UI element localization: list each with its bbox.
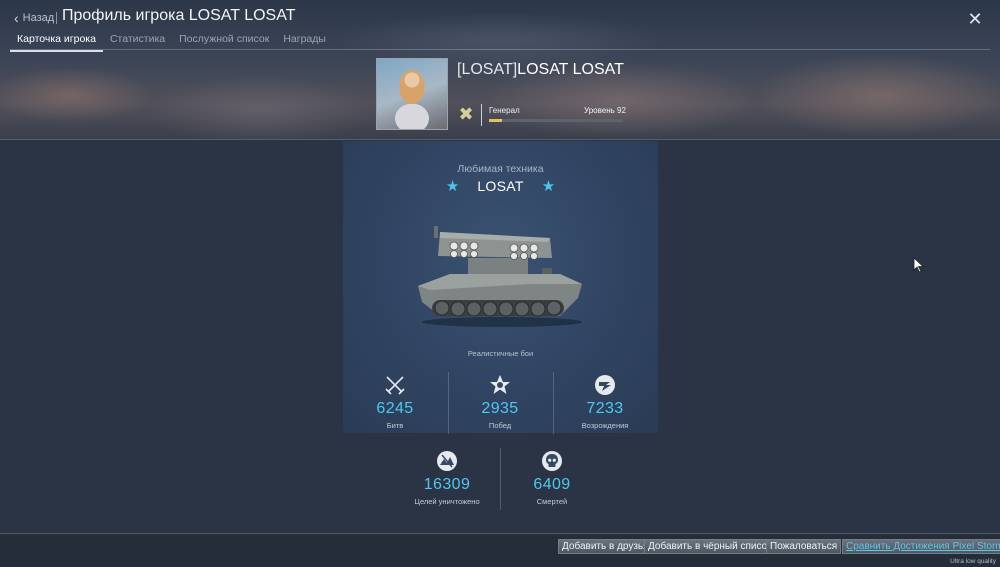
stat-label: Целей уничтожено xyxy=(414,497,480,506)
tab-divider xyxy=(10,49,990,50)
stat-value: 2935 xyxy=(481,400,519,417)
back-button[interactable]: ‹ Назад xyxy=(14,10,54,26)
close-icon[interactable]: ✕ xyxy=(966,10,984,28)
level-label: Уровень 92 xyxy=(584,106,626,115)
rank-icon: ✖ xyxy=(458,104,474,124)
skull-icon xyxy=(542,451,562,471)
stat-victories: 2935 Побед xyxy=(448,374,552,430)
stat-targets-destroyed: 16309 Целей уничтожено xyxy=(395,450,499,506)
clan-tag: [LOSAT] xyxy=(457,61,518,78)
game-mode-label: Реалистичные бои xyxy=(467,349,534,358)
add-friend-button[interactable]: Добавить в друзья xyxy=(558,539,653,554)
page-title: Профиль игрока LOSAT LOSAT xyxy=(62,7,296,24)
rank-divider xyxy=(481,104,482,126)
stat-value: 7233 xyxy=(586,400,624,417)
level-progress-bar xyxy=(489,119,623,122)
victory-star-icon xyxy=(490,375,510,394)
vehicle-name: LOSAT xyxy=(477,178,524,194)
star-icon: ★ xyxy=(445,178,460,195)
add-blacklist-button[interactable]: Добавить в чёрный список xyxy=(644,539,776,554)
stat-label: Смертей xyxy=(536,497,568,506)
stat-value: 6245 xyxy=(376,400,414,417)
player-name: [LOSAT]LOSAT LOSAT xyxy=(457,61,624,79)
respawn-icon xyxy=(595,375,615,395)
vehicle-image xyxy=(418,226,582,327)
quality-label: Ultra low quality xyxy=(950,558,996,565)
crossed-swords-icon xyxy=(385,376,405,395)
rank-name: Генерал xyxy=(489,106,520,115)
stat-label: Побед xyxy=(488,421,512,430)
player-nickname: LOSAT LOSAT xyxy=(517,61,624,78)
stat-label: Возрождения xyxy=(581,421,629,430)
report-button[interactable]: Пожаловаться xyxy=(766,539,842,554)
compare-achievements-button[interactable]: Сравнить Достижения Pixel Storm xyxy=(842,539,1000,554)
stat-value: 6409 xyxy=(533,476,571,493)
title-separator xyxy=(56,12,57,24)
chevron-left-icon: ‹ xyxy=(14,10,19,26)
stat-battles: 6245 Битв xyxy=(343,374,447,430)
stat-deaths: 6409 Смертей xyxy=(500,450,604,506)
stat-respawns: 7233 Возрождения xyxy=(553,374,657,430)
star-icon: ★ xyxy=(541,178,556,195)
stat-value: 16309 xyxy=(423,476,471,493)
mouse-cursor-icon xyxy=(913,257,925,273)
target-destroyed-icon xyxy=(437,451,457,471)
stat-label: Битв xyxy=(386,421,404,430)
level-progress-fill xyxy=(489,119,503,122)
favorite-vehicle-title: ★ LOSAT ★ xyxy=(343,177,658,195)
avatar[interactable] xyxy=(376,58,448,130)
favorite-vehicle-label: Любимая техника xyxy=(457,163,544,175)
back-label: Назад xyxy=(22,12,55,24)
